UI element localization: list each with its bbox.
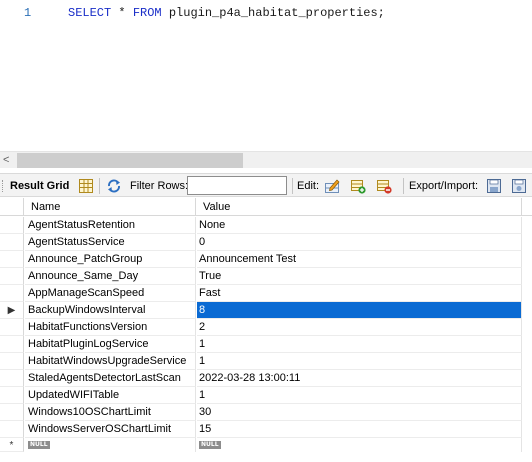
- export-icon[interactable]: [486, 178, 502, 194]
- refresh-icon[interactable]: [106, 178, 122, 194]
- toolbar-separator: [292, 178, 293, 194]
- sql-table-name: plugin_p4a_habitat_properties;: [161, 6, 385, 20]
- cell-name[interactable]: UpdatedWIFITable: [25, 387, 196, 404]
- export-import-label: Export/Import:: [409, 180, 479, 192]
- cell-name[interactable]: Announce_Same_Day: [25, 268, 196, 285]
- table-row-selected[interactable]: ▶ BackupWindowsInterval 8: [0, 302, 532, 319]
- header-row-indicator[interactable]: [0, 198, 24, 216]
- cell-value[interactable]: Fast: [197, 285, 522, 302]
- scroll-left-icon[interactable]: <: [3, 154, 9, 166]
- cell-value[interactable]: Announcement Test: [197, 251, 522, 268]
- table-row[interactable]: AgentStatusRetention None: [0, 217, 532, 234]
- result-toolbar: Result Grid Filter Rows: Edit: Export/Im…: [0, 173, 532, 197]
- cell-name[interactable]: WindowsServerOSChartLimit: [25, 421, 196, 438]
- table-row[interactable]: HabitatWindowsUpgradeService 1: [0, 353, 532, 370]
- keyword-from: FROM: [132, 6, 162, 20]
- cell-name[interactable]: AppManageScanSpeed: [25, 285, 196, 302]
- filter-rows-input[interactable]: [187, 176, 287, 195]
- result-grid[interactable]: Name Value AgentStatusRetention None Age…: [0, 198, 532, 462]
- cell-value[interactable]: 1: [197, 336, 522, 353]
- table-row[interactable]: Announce_PatchGroup Announcement Test: [0, 251, 532, 268]
- cell-value[interactable]: True: [197, 268, 522, 285]
- row-indicator[interactable]: [0, 234, 24, 251]
- table-row[interactable]: UpdatedWIFITable 1: [0, 387, 532, 404]
- grid-header: Name Value: [0, 198, 532, 216]
- cell-name[interactable]: Announce_PatchGroup: [25, 251, 196, 268]
- delete-row-icon[interactable]: [376, 178, 392, 194]
- cell-name[interactable]: Windows10OSChartLimit: [25, 404, 196, 421]
- new-row-marker[interactable]: *: [0, 438, 24, 452]
- table-row[interactable]: AppManageScanSpeed Fast: [0, 285, 532, 302]
- cell-value-new[interactable]: NULL: [197, 438, 522, 452]
- table-row[interactable]: WindowsServerOSChartLimit 15: [0, 421, 532, 438]
- toolbar-grip-icon: [2, 180, 5, 192]
- row-indicator[interactable]: [0, 421, 24, 438]
- toolbar-separator: [403, 178, 404, 194]
- row-indicator[interactable]: [0, 285, 24, 302]
- table-row[interactable]: StaledAgentsDetectorLastScan 2022-03-28 …: [0, 370, 532, 387]
- table-row[interactable]: AgentStatusService 0: [0, 234, 532, 251]
- cell-value[interactable]: 0: [197, 234, 522, 251]
- cell-value[interactable]: 15: [197, 421, 522, 438]
- table-row[interactable]: Announce_Same_Day True: [0, 268, 532, 285]
- null-badge: NULL: [199, 441, 221, 449]
- cell-name[interactable]: HabitatPluginLogService: [25, 336, 196, 353]
- import-icon[interactable]: [511, 178, 527, 194]
- edit-label: Edit:: [297, 180, 320, 192]
- cell-value[interactable]: 2022-03-28 13:00:11: [197, 370, 522, 387]
- filter-rows-label: Filter Rows:: [130, 180, 189, 192]
- cell-value-selected[interactable]: 8: [197, 302, 522, 319]
- cell-value[interactable]: 1: [197, 353, 522, 370]
- table-row[interactable]: HabitatPluginLogService 1: [0, 336, 532, 353]
- row-indicator[interactable]: [0, 251, 24, 268]
- cell-name[interactable]: HabitatWindowsUpgradeService: [25, 353, 196, 370]
- new-row[interactable]: * NULL NULL: [0, 438, 532, 452]
- row-indicator[interactable]: [0, 370, 24, 387]
- row-indicator[interactable]: [0, 387, 24, 404]
- edit-row-icon[interactable]: [324, 178, 340, 194]
- row-indicator[interactable]: [0, 336, 24, 353]
- cell-value[interactable]: 1: [197, 387, 522, 404]
- grid-view-icon[interactable]: [78, 178, 94, 194]
- cell-name[interactable]: HabitatFunctionsVersion: [25, 319, 196, 336]
- column-header-value[interactable]: Value: [197, 198, 522, 216]
- null-badge: NULL: [28, 441, 50, 449]
- sql-editor[interactable]: 1 SELECT * FROM plugin_p4a_habitat_prope…: [0, 0, 532, 150]
- sql-code[interactable]: SELECT * FROM plugin_p4a_habitat_propert…: [68, 6, 385, 20]
- selected-row-arrow-icon[interactable]: ▶: [0, 302, 24, 319]
- cell-name[interactable]: StaledAgentsDetectorLastScan: [25, 370, 196, 387]
- cell-name[interactable]: AgentStatusRetention: [25, 217, 196, 234]
- cell-name[interactable]: AgentStatusService: [25, 234, 196, 251]
- cell-name-new[interactable]: NULL: [25, 438, 196, 452]
- column-header-name[interactable]: Name: [25, 198, 196, 216]
- row-indicator[interactable]: [0, 217, 24, 234]
- sql-star: *: [111, 6, 133, 20]
- cell-name[interactable]: BackupWindowsInterval: [25, 302, 196, 319]
- cell-value[interactable]: None: [197, 217, 522, 234]
- horizontal-scrollbar[interactable]: <: [0, 151, 532, 168]
- row-indicator[interactable]: [0, 404, 24, 421]
- result-grid-tab[interactable]: Result Grid: [10, 174, 69, 198]
- line-number: 1: [24, 6, 32, 20]
- row-indicator[interactable]: [0, 319, 24, 336]
- scrollbar-thumb[interactable]: [17, 153, 243, 168]
- cell-value[interactable]: 30: [197, 404, 522, 421]
- keyword-select: SELECT: [68, 6, 112, 20]
- cell-value[interactable]: 2: [197, 319, 522, 336]
- table-row[interactable]: HabitatFunctionsVersion 2: [0, 319, 532, 336]
- row-indicator[interactable]: [0, 353, 24, 370]
- table-row[interactable]: Windows10OSChartLimit 30: [0, 404, 532, 421]
- toolbar-separator: [99, 178, 100, 194]
- add-row-icon[interactable]: [350, 178, 366, 194]
- row-indicator[interactable]: [0, 268, 24, 285]
